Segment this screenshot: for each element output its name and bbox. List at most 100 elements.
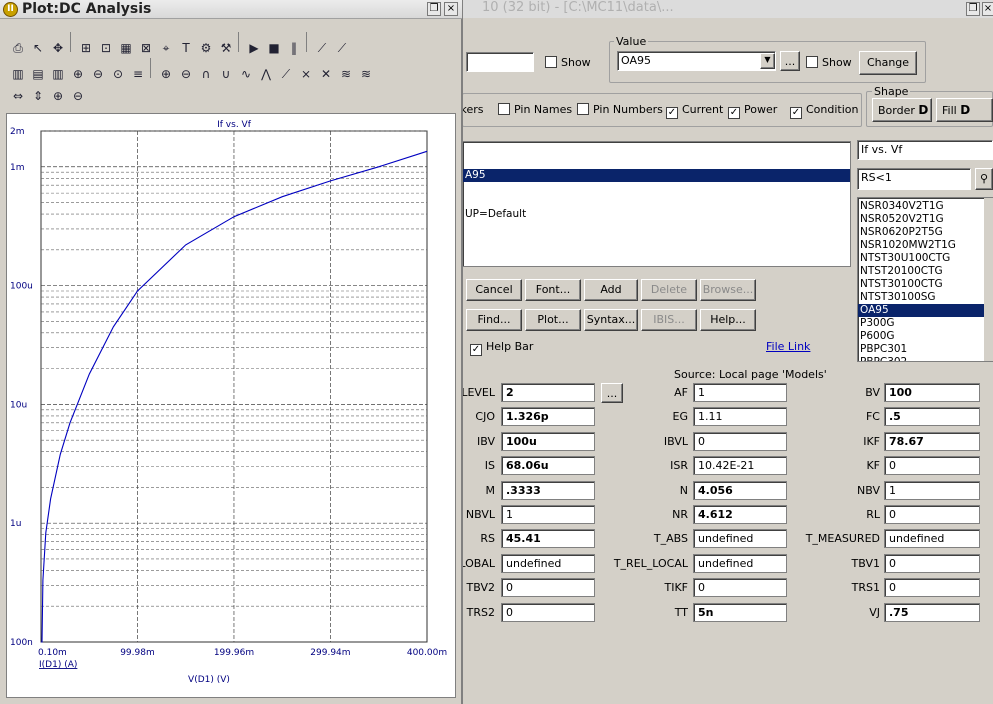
tile-icon[interactable]: ▥ (8, 64, 28, 84)
param-value[interactable]: 4.056 (693, 480, 787, 500)
power-checkbox[interactable]: ✓ Power (728, 103, 777, 119)
param-value[interactable]: 1.11 (693, 407, 787, 427)
param-value[interactable]: 0 (501, 602, 595, 622)
show-checkbox-1[interactable]: Show (545, 56, 591, 69)
param-value[interactable]: 0 (884, 456, 980, 476)
zoom-out-icon[interactable]: ⊖ (88, 64, 108, 84)
param-value[interactable]: 100u (501, 431, 595, 451)
ellipsis-button[interactable]: ... (780, 51, 800, 71)
param-value[interactable]: .3333 (501, 480, 595, 500)
model-list-item[interactable]: PBPC301 (858, 343, 992, 356)
restore-icon[interactable]: ❐ (966, 2, 980, 16)
browse-button[interactable]: Browse... (700, 279, 756, 301)
param-value[interactable]: 78.67 (884, 431, 980, 451)
close-icon[interactable]: × (444, 2, 458, 16)
zoom-in-icon[interactable]: ⊕ (68, 64, 88, 84)
param-value[interactable]: 1 (693, 383, 787, 402)
param-value[interactable]: undefined (693, 553, 787, 573)
scale-icon[interactable]: ⊡ (96, 38, 116, 58)
pin-names-checkbox[interactable]: Pin Names (498, 103, 572, 116)
find-button[interactable]: Find... (466, 309, 522, 331)
properties-icon[interactable]: ⚙ (196, 38, 216, 58)
wave2-icon[interactable]: ≋ (356, 64, 376, 84)
slope-icon[interactable]: ⟋ (276, 64, 296, 84)
param-value[interactable]: 10.42E-21 (693, 456, 787, 476)
pin-numbers-checkbox[interactable]: Pin Numbers (577, 103, 663, 116)
add-button[interactable]: Add (584, 279, 638, 301)
select-icon[interactable]: ↖ (28, 38, 48, 58)
peak-icon[interactable]: ⊕ (156, 64, 176, 84)
value-select[interactable]: OA95 (617, 51, 776, 71)
pan-icon[interactable]: ✥ (48, 38, 68, 58)
param-value[interactable]: undefined (884, 529, 980, 549)
close-icon[interactable]: × (982, 2, 993, 16)
param-value[interactable]: 5n (693, 602, 787, 622)
settings-icon[interactable]: ⚒ (216, 38, 236, 58)
inflect-icon[interactable]: ∿ (236, 64, 256, 84)
model-list-item[interactable]: P600G (858, 330, 992, 343)
crossing-icon[interactable]: ⨯ (296, 64, 316, 84)
param-value[interactable]: 4.612 (693, 505, 787, 524)
change-button[interactable]: Change (859, 51, 917, 75)
font-button[interactable]: Font... (525, 279, 581, 301)
zoom-plus-icon[interactable]: ⊕ (48, 86, 68, 106)
show-checkbox-2[interactable]: Show (806, 56, 852, 69)
text-list-item-selected[interactable]: A95 (463, 169, 850, 182)
next-icon[interactable]: ✕ (316, 64, 336, 84)
low-icon[interactable]: ∪ (216, 64, 236, 84)
pause-icon[interactable]: ‖ (284, 38, 304, 58)
condition-checkbox[interactable]: ✓ Condition (790, 103, 859, 119)
cascade-icon[interactable]: ▤ (28, 64, 48, 84)
param-value[interactable]: 45.41 (501, 529, 595, 549)
curve-icon[interactable]: ⟋ (332, 38, 352, 58)
param-value[interactable]: 0 (501, 578, 595, 598)
model-list-item[interactable]: NTST30100SG (858, 291, 992, 304)
axis-icon[interactable]: ⊠ (136, 38, 156, 58)
delete-button[interactable]: Delete (641, 279, 697, 301)
param-value[interactable]: 100 (884, 383, 980, 402)
print-icon[interactable]: ⎙ (8, 38, 28, 58)
param-value[interactable]: 1 (501, 505, 595, 524)
cancel-button[interactable]: Cancel (466, 279, 522, 301)
help-bar-checkbox[interactable]: ✓ Help Bar (470, 340, 533, 356)
model-list[interactable]: NSR0340V2T1G NSR0520V2T1G NSR0620P2T5G NSR1… (857, 197, 993, 362)
model-list-item[interactable]: NSR0340V2T1G (858, 200, 992, 213)
param-ellipsis-button[interactable]: ... (601, 383, 623, 403)
param-value[interactable]: 0 (884, 553, 980, 573)
param-value[interactable]: 0 (884, 505, 980, 524)
filter-input[interactable]: RS<1 (857, 168, 971, 190)
ibis-button[interactable]: IBIS... (641, 309, 697, 331)
text-list-item[interactable]: UP=Default (463, 208, 850, 221)
list-icon[interactable]: ≡ (128, 64, 148, 84)
wave-icon[interactable]: ≋ (336, 64, 356, 84)
model-list-item[interactable]: PBPC302 (858, 356, 992, 361)
plot-select[interactable]: If vs. Vf (857, 140, 993, 160)
global-high-icon[interactable]: ⋀ (256, 64, 276, 84)
model-list-item[interactable]: NTST30U100CTG (858, 252, 992, 265)
grid-icon[interactable]: ▦ (116, 38, 136, 58)
zoom-box-icon[interactable]: ⊞ (76, 38, 96, 58)
stop-icon[interactable]: ■ (264, 38, 284, 58)
model-list-item[interactable]: P300G (858, 317, 992, 330)
restore-icon[interactable]: ❐ (427, 2, 441, 16)
zoom-fit-icon[interactable]: ⊙ (108, 64, 128, 84)
param-value[interactable]: 0 (693, 578, 787, 598)
file-link[interactable]: File Link (766, 340, 810, 353)
valley-icon[interactable]: ⊖ (176, 64, 196, 84)
param-value[interactable]: undefined (693, 529, 787, 549)
param-value[interactable]: undefined (501, 553, 595, 573)
model-list-item[interactable]: NSR0520V2T1G (858, 213, 992, 226)
model-list-item[interactable]: NSR1020MW2T1G (858, 239, 992, 252)
param-value[interactable]: 0 (693, 431, 787, 451)
model-list-scrollbar[interactable] (984, 198, 993, 361)
window-icon[interactable]: ▥ (48, 64, 68, 84)
plot-button[interactable]: Plot... (525, 309, 581, 331)
high-icon[interactable]: ∩ (196, 64, 216, 84)
model-list-item[interactable]: NSR0620P2T5G (858, 226, 992, 239)
syntax-button[interactable]: Syntax... (584, 309, 638, 331)
border-button[interactable]: Border D (872, 98, 932, 122)
param-value[interactable]: 1.326p (501, 407, 595, 427)
chevron-down-icon[interactable]: ▼ (760, 53, 775, 69)
fit-y-icon[interactable]: ⇕ (28, 86, 48, 106)
param-value[interactable]: .75 (884, 602, 980, 622)
